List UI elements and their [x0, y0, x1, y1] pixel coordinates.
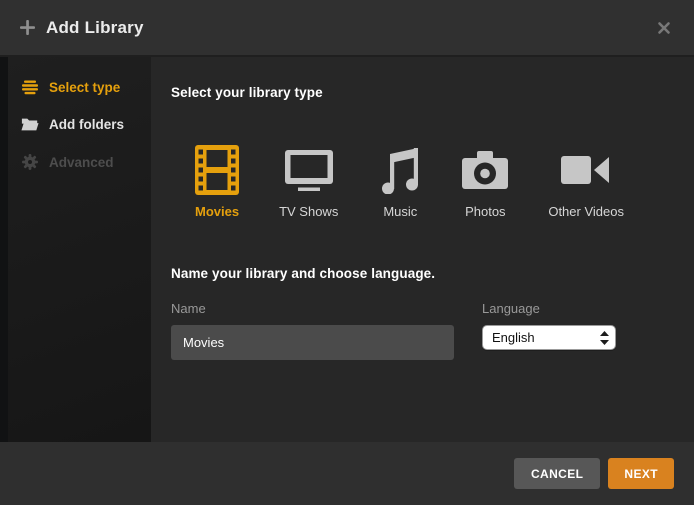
type-label: Movies [195, 204, 239, 219]
dialog-title: Add Library [46, 18, 144, 38]
type-tv-shows[interactable]: TV Shows [279, 144, 338, 219]
language-label: Language [482, 301, 616, 316]
sidebar-item-label: Add folders [49, 117, 124, 132]
list-lines-icon [21, 80, 39, 95]
name-input[interactable] [171, 325, 454, 360]
name-label: Name [171, 301, 454, 316]
type-label: Other Videos [548, 204, 624, 219]
sidebar-item-select-type[interactable]: Select type [0, 69, 151, 106]
sidebar-item-label: Select type [49, 80, 120, 95]
dialog-body: Select type Add folders [0, 57, 694, 442]
name-field-group: Name [171, 301, 454, 360]
sidebar: Select type Add folders [0, 57, 151, 442]
add-library-dialog: Add Library [0, 0, 694, 505]
type-other-videos[interactable]: Other Videos [548, 144, 624, 219]
type-label: Music [383, 204, 417, 219]
type-label: Photos [465, 204, 505, 219]
language-selected-value: English [492, 330, 535, 345]
language-field-group: Language English [482, 301, 616, 350]
sidebar-item-add-folders[interactable]: Add folders [0, 106, 151, 143]
music-note-icon [378, 144, 422, 196]
type-label: TV Shows [279, 204, 338, 219]
cancel-button[interactable]: CANCEL [514, 458, 600, 489]
type-photos[interactable]: Photos [462, 144, 508, 219]
language-select[interactable]: English [482, 325, 616, 350]
folder-icon [21, 117, 39, 132]
video-camera-icon [561, 144, 611, 196]
main-content: Select your library type [151, 57, 694, 442]
select-arrows-icon [600, 331, 609, 345]
titlebar: Add Library [0, 0, 694, 57]
tv-icon [285, 144, 333, 196]
dialog-footer: CANCEL NEXT [0, 442, 694, 505]
library-type-row: Movies TV Shows [195, 144, 674, 219]
select-type-heading: Select your library type [171, 85, 674, 100]
name-language-heading: Name your library and choose language. [171, 266, 674, 281]
plus-icon [20, 20, 35, 35]
gear-icon [21, 154, 39, 170]
next-button[interactable]: NEXT [608, 458, 674, 489]
sidebar-item-advanced[interactable]: Advanced [0, 143, 151, 181]
fields-row: Name Language English [171, 301, 674, 360]
close-icon[interactable] [654, 18, 674, 38]
filmstrip-icon [195, 144, 239, 196]
type-music[interactable]: Music [378, 144, 422, 219]
sidebar-item-label: Advanced [49, 155, 114, 170]
camera-icon [462, 144, 508, 196]
type-movies[interactable]: Movies [195, 144, 239, 219]
